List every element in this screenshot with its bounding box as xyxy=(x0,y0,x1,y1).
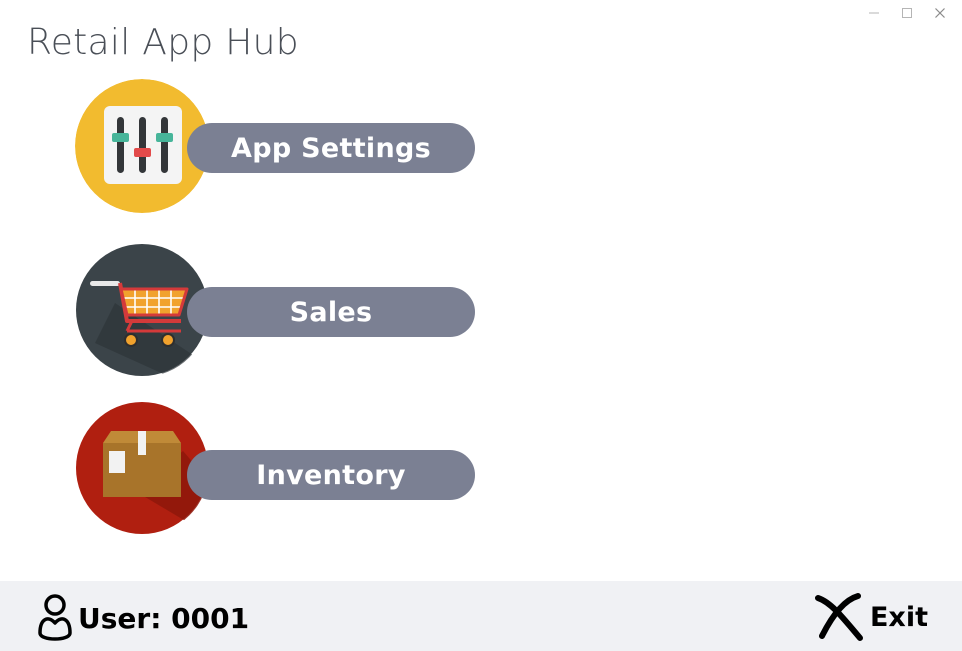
close-icon xyxy=(934,8,945,18)
window-controls xyxy=(857,4,956,22)
user-info: User: 0001 xyxy=(36,591,249,645)
app-settings-button[interactable]: App Settings xyxy=(187,123,475,173)
minimize-button[interactable] xyxy=(857,4,890,22)
app-window: Retail App Hub App Settings Sales Invent… xyxy=(0,0,962,651)
footer-bar: User: 0001 Exit xyxy=(0,581,962,651)
user-label: User: 0001 xyxy=(78,601,250,635)
exit-x-icon xyxy=(814,593,863,641)
exit-label: Exit xyxy=(869,601,928,633)
menu-item-sales[interactable]: Sales xyxy=(75,243,475,379)
user-icon xyxy=(38,594,72,641)
exit-button[interactable]: Exit xyxy=(814,591,928,643)
inventory-button[interactable]: Inventory xyxy=(187,450,475,500)
app-title: Retail App Hub xyxy=(27,22,299,63)
menu-item-app-settings[interactable]: App Settings xyxy=(75,79,475,215)
close-button[interactable] xyxy=(923,4,956,22)
maximize-button[interactable] xyxy=(890,4,923,22)
maximize-icon xyxy=(901,8,912,18)
minimize-icon xyxy=(868,12,879,14)
sales-button[interactable]: Sales xyxy=(187,287,475,337)
menu-item-inventory[interactable]: Inventory xyxy=(75,401,475,537)
